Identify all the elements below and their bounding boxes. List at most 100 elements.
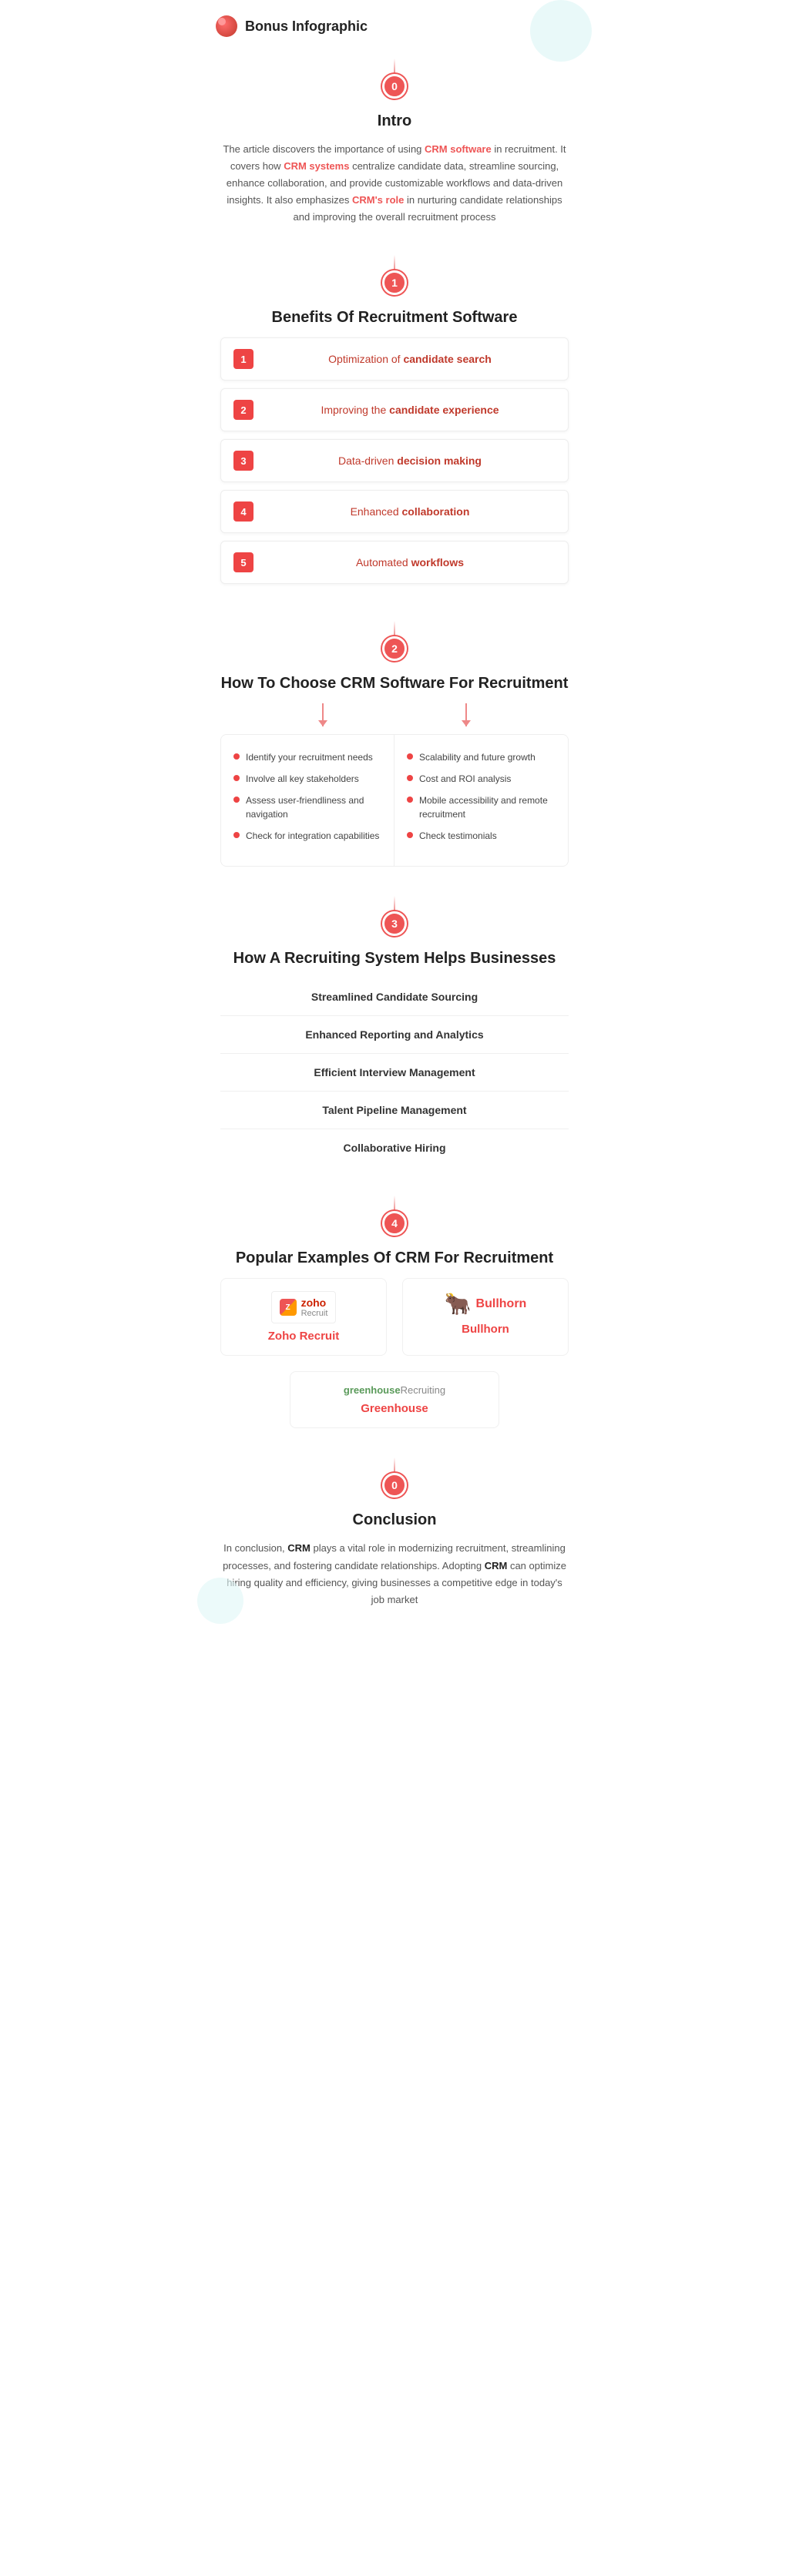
examples-connector: 4: [197, 1196, 592, 1236]
choose-text-5: Scalability and future growth: [419, 750, 536, 764]
helps-item-3: Efficient Interview Management: [220, 1054, 569, 1092]
bullhorn-card: 🐂 Bullhorn Bullhorn: [402, 1278, 569, 1356]
benefit-num-3: 3: [233, 451, 253, 471]
benefits-title: Benefits Of Recruitment Software: [220, 309, 569, 327]
choose-col-left: Identify your recruitment needs Involve …: [221, 735, 394, 866]
examples-section: Popular Examples Of CRM For Recruitment …: [197, 1242, 592, 1444]
choose-text-3: Assess user-friendliness and navigation: [246, 793, 381, 821]
conclusion-title: Conclusion: [220, 1511, 569, 1529]
connector-circle-intro: 0: [382, 74, 407, 99]
benefit-item-5: 5 Automated workflows: [220, 541, 569, 584]
connector-line-up-2: [394, 255, 395, 270]
helps-item-1: Streamlined Candidate Sourcing: [220, 978, 569, 1016]
zoho-brand: zoho Recruit: [301, 1296, 328, 1318]
choose-text-1: Identify your recruitment needs: [246, 750, 373, 764]
choose-text-8: Check testimonials: [419, 829, 497, 843]
benefit-text-1: Optimization of candidate search: [264, 353, 556, 365]
choose-item-6: Cost and ROI analysis: [407, 772, 556, 786]
intro-connector: 0: [197, 59, 592, 99]
choose-col-right: Scalability and future growth Cost and R…: [394, 735, 568, 866]
choose-text-7: Mobile accessibility and remote recruitm…: [419, 793, 556, 821]
connector-circle-examples: 4: [382, 1211, 407, 1236]
benefit-text-2: Improving the candidate experience: [264, 404, 556, 416]
intro-title: Intro: [220, 112, 569, 130]
greenhouse-label: Greenhouse: [361, 1402, 428, 1415]
benefit-item-2: 2 Improving the candidate experience: [220, 388, 569, 431]
crm-software-highlight: CRM software: [425, 143, 492, 155]
conclusion-text: In conclusion, CRM plays a vital role in…: [220, 1540, 569, 1608]
benefits-section: Benefits Of Recruitment Software 1 Optim…: [197, 301, 592, 607]
deco-circle-bottom-left: [197, 1578, 243, 1624]
bullhorn-logo-box: 🐂 Bullhorn: [445, 1291, 527, 1317]
choose-grid: Identify your recruitment needs Involve …: [220, 734, 569, 867]
connector-circle-helps: 3: [382, 911, 407, 936]
crm-systems-highlight: CRM systems: [284, 160, 349, 172]
benefit-num-5: 5: [233, 552, 253, 572]
helps-item-5: Collaborative Hiring: [220, 1129, 569, 1166]
conclusion-section: Conclusion In conclusion, CRM plays a vi…: [197, 1504, 592, 1623]
benefit-text-4: Enhanced collaboration: [264, 505, 556, 518]
intro-section: Intro The article discovers the importan…: [197, 105, 592, 241]
choose-item-8: Check testimonials: [407, 829, 556, 843]
zoho-logo-box: Z zoho Recruit: [271, 1291, 337, 1323]
benefit-num-4: 4: [233, 501, 253, 522]
logo-icon: [216, 15, 237, 37]
connector-line-up-5: [394, 1196, 395, 1211]
zoho-label: Zoho Recruit: [268, 1330, 340, 1343]
deco-circle-top-right: [530, 0, 592, 62]
choose-text-4: Check for integration capabilities: [246, 829, 379, 843]
benefit-item-1: 1 Optimization of candidate search: [220, 337, 569, 381]
choose-connector: 2: [197, 621, 592, 661]
helps-connector: 3: [197, 896, 592, 936]
bullhorn-label: Bullhorn: [462, 1323, 509, 1336]
benefit-item-4: 4 Enhanced collaboration: [220, 490, 569, 533]
choose-item-4: Check for integration capabilities: [233, 829, 381, 843]
benefit-text-3: Data-driven decision making: [264, 454, 556, 467]
choose-title: How To Choose CRM Software For Recruitme…: [220, 675, 569, 693]
zoho-card: Z zoho Recruit Zoho Recruit: [220, 1278, 387, 1356]
dot-7: [407, 797, 413, 803]
dot-1: [233, 753, 240, 760]
greenhouse-green-text: greenhouse: [344, 1384, 401, 1396]
choose-text-2: Involve all key stakeholders: [246, 772, 359, 786]
choose-arrows: [220, 703, 569, 726]
greenhouse-gray-text: Recruiting: [401, 1384, 446, 1396]
dot-2: [233, 775, 240, 781]
helps-item-2: Enhanced Reporting and Analytics: [220, 1016, 569, 1054]
greenhouse-logo: greenhouseRecruiting: [344, 1384, 445, 1396]
helps-item-4: Talent Pipeline Management: [220, 1092, 569, 1129]
dot-5: [407, 753, 413, 760]
bullhorn-text: Bullhorn: [476, 1297, 527, 1311]
choose-section: How To Choose CRM Software For Recruitme…: [197, 667, 592, 882]
choose-item-7: Mobile accessibility and remote recruitm…: [407, 793, 556, 821]
examples-title: Popular Examples Of CRM For Recruitment: [220, 1249, 569, 1267]
choose-item-2: Involve all key stakeholders: [233, 772, 381, 786]
choose-item-1: Identify your recruitment needs: [233, 750, 381, 764]
choose-text-6: Cost and ROI analysis: [419, 772, 511, 786]
page-title: Bonus Infographic: [245, 18, 368, 35]
connector-line-up-3: [394, 621, 395, 636]
benefit-num-1: 1: [233, 349, 253, 369]
dot-3: [233, 797, 240, 803]
dot-4: [233, 832, 240, 838]
bullhorn-icon: 🐂: [445, 1291, 472, 1317]
choose-item-5: Scalability and future growth: [407, 750, 556, 764]
connector-circle-conclusion: 0: [382, 1473, 407, 1498]
helps-title: How A Recruiting System Helps Businesses: [220, 950, 569, 968]
greenhouse-card: greenhouseRecruiting Greenhouse: [290, 1371, 499, 1428]
arrow-left: [322, 703, 324, 726]
choose-item-3: Assess user-friendliness and navigation: [233, 793, 381, 821]
benefit-item-3: 3 Data-driven decision making: [220, 439, 569, 482]
crm-role-highlight: CRM's role: [352, 194, 404, 206]
dot-8: [407, 832, 413, 838]
zoho-recruit-text: Recruit: [301, 1309, 328, 1318]
connector-line-up: [394, 59, 395, 74]
helps-section: How A Recruiting System Helps Businesses…: [197, 942, 592, 1182]
helps-list: Streamlined Candidate Sourcing Enhanced …: [220, 978, 569, 1166]
benefit-num-2: 2: [233, 400, 253, 420]
benefits-connector: 1: [197, 255, 592, 295]
examples-grid: Z zoho Recruit Zoho Recruit 🐂 Bullhorn B…: [220, 1278, 569, 1356]
connector-line-up-4: [394, 896, 395, 911]
benefit-text-5: Automated workflows: [264, 556, 556, 569]
zoho-icon: Z: [280, 1299, 297, 1316]
